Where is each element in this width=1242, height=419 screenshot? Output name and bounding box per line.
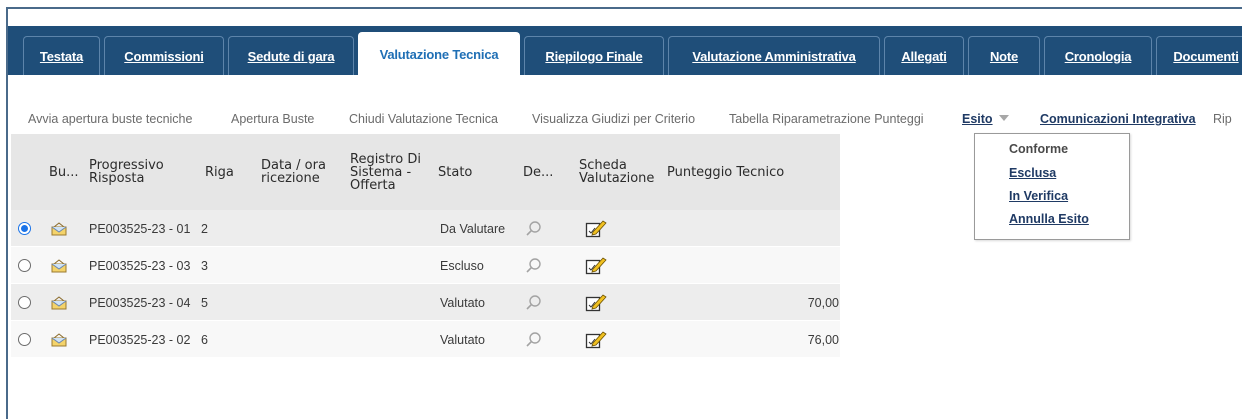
- esito-dropdown-menu: Conforme Esclusa In Verifica Annulla Esi…: [974, 133, 1130, 240]
- edit-sheet-icon[interactable]: [585, 321, 607, 358]
- edit-sheet-icon[interactable]: [585, 210, 607, 247]
- chevron-down-icon: [998, 115, 1009, 121]
- progressivo-risposta: PE003525-23 - 01: [89, 221, 191, 236]
- visualizza-giudizi-button[interactable]: Visualizza Giudizi per Criterio: [532, 112, 695, 126]
- magnifier-icon[interactable]: [525, 210, 543, 247]
- stato-value: Valutato: [440, 332, 485, 347]
- envelope-icon[interactable]: [51, 247, 67, 284]
- tab-valutazione-tecnica[interactable]: Valutazione Tecnica: [358, 32, 520, 75]
- table-row[interactable]: PE003525-23 - 04 5 Valutato 70,00: [11, 284, 840, 321]
- tab-valutazione-amministrativa[interactable]: Valutazione Amministrativa: [668, 36, 880, 75]
- esito-menu-button[interactable]: Esito: [962, 112, 1009, 126]
- esito-label: Esito: [962, 112, 993, 126]
- riga-value: 2: [201, 221, 208, 236]
- comunicazioni-integrativa-button[interactable]: Comunicazioni Integrativa: [1040, 112, 1196, 126]
- tab-allegati[interactable]: Allegati: [884, 36, 964, 75]
- stato-value: Da Valutare: [440, 221, 506, 236]
- col-scheda-valutazione[interactable]: Scheda Valutazione: [579, 134, 654, 210]
- col-riga[interactable]: Riga: [205, 134, 234, 210]
- tab-testata[interactable]: Testata: [23, 36, 100, 75]
- punteggio-value: 76,00: [807, 332, 839, 347]
- col-busta[interactable]: Bu...: [49, 134, 79, 210]
- riga-value: 5: [201, 295, 208, 310]
- table-row[interactable]: PE003525-23 - 02 6 Valutato 76,00: [11, 321, 840, 358]
- magnifier-icon[interactable]: [525, 247, 543, 284]
- row-radio[interactable]: [18, 296, 31, 309]
- punteggio-value: 70,00: [807, 295, 839, 310]
- tab-documenti[interactable]: Documenti: [1156, 36, 1242, 75]
- table-row[interactable]: PE003525-23 - 01 2 Da Valutare: [11, 210, 840, 247]
- edit-sheet-icon[interactable]: [585, 247, 607, 284]
- tab-note[interactable]: Note: [968, 36, 1040, 75]
- tab-cronologia[interactable]: Cronologia: [1044, 36, 1152, 75]
- col-stato[interactable]: Stato: [438, 134, 472, 210]
- stato-value: Valutato: [440, 295, 485, 310]
- col-progressivo[interactable]: Progressivo Risposta: [89, 134, 164, 210]
- offerte-table: Bu... Progressivo Risposta Riga Data / o…: [11, 134, 840, 358]
- menu-item-conforme[interactable]: Conforme: [1009, 142, 1068, 156]
- col-registro-line1: Registro Di: [350, 151, 421, 167]
- col-progressivo-line2: Risposta: [89, 171, 145, 186]
- avvia-apertura-buste-button[interactable]: Avvia apertura buste tecniche: [28, 112, 192, 126]
- col-registro-sistema[interactable]: Registro Di Sistema - Offerta: [350, 134, 421, 210]
- progressivo-risposta: PE003525-23 - 02: [89, 332, 191, 347]
- punteggio-value: [771, 247, 839, 284]
- tab-sedute-di-gara[interactable]: Sedute di gara: [228, 36, 354, 75]
- magnifier-icon[interactable]: [525, 321, 543, 358]
- toolbar: Avvia apertura buste tecniche Apertura B…: [8, 112, 1242, 132]
- row-radio[interactable]: [18, 333, 31, 346]
- chiudi-valutazione-button[interactable]: Chiudi Valutazione Tecnica: [349, 112, 498, 126]
- row-radio[interactable]: [18, 222, 31, 235]
- envelope-icon[interactable]: [51, 210, 67, 247]
- main-frame: Testata Commissioni Sedute di gara Valut…: [6, 7, 1242, 419]
- punteggio-value: [771, 210, 839, 247]
- tab-bar: Testata Commissioni Sedute di gara Valut…: [8, 26, 1242, 75]
- col-data-line2: ricezione: [261, 171, 320, 186]
- tabella-riparametrazione-button[interactable]: Tabella Riparametrazione Punteggi: [729, 112, 924, 126]
- col-scheda-line2: Valutazione: [579, 171, 655, 186]
- stato-value: Escluso: [440, 258, 484, 273]
- riparametrazione-button[interactable]: Rip: [1213, 112, 1232, 126]
- envelope-icon[interactable]: [51, 321, 67, 358]
- menu-item-annulla-esito[interactable]: Annulla Esito: [1009, 212, 1089, 226]
- col-dettaglio[interactable]: De...: [523, 134, 553, 210]
- edit-sheet-icon[interactable]: [585, 284, 607, 321]
- tab-riepilogo-finale[interactable]: Riepilogo Finale: [524, 36, 664, 75]
- menu-item-in-verifica[interactable]: In Verifica: [1009, 189, 1068, 203]
- row-radio[interactable]: [18, 259, 31, 272]
- progressivo-risposta: PE003525-23 - 03: [89, 258, 191, 273]
- envelope-icon[interactable]: [51, 284, 67, 321]
- tab-commissioni[interactable]: Commissioni: [104, 36, 224, 75]
- col-data-ricezione[interactable]: Data / ora ricezione: [261, 134, 326, 210]
- col-registro-line3: Offerta: [350, 177, 396, 193]
- col-registro-line2: Sistema -: [350, 164, 412, 180]
- progressivo-risposta: PE003525-23 - 04: [89, 295, 191, 310]
- menu-item-esclusa[interactable]: Esclusa: [1009, 166, 1056, 180]
- col-punteggio-tecnico[interactable]: Punteggio Tecnico: [667, 134, 784, 210]
- riga-value: 6: [201, 332, 208, 347]
- apertura-buste-button[interactable]: Apertura Buste: [231, 112, 314, 126]
- magnifier-icon[interactable]: [525, 284, 543, 321]
- table-row[interactable]: PE003525-23 - 03 3 Escluso: [11, 247, 840, 284]
- table-header: Bu... Progressivo Risposta Riga Data / o…: [11, 134, 840, 210]
- riga-value: 3: [201, 258, 208, 273]
